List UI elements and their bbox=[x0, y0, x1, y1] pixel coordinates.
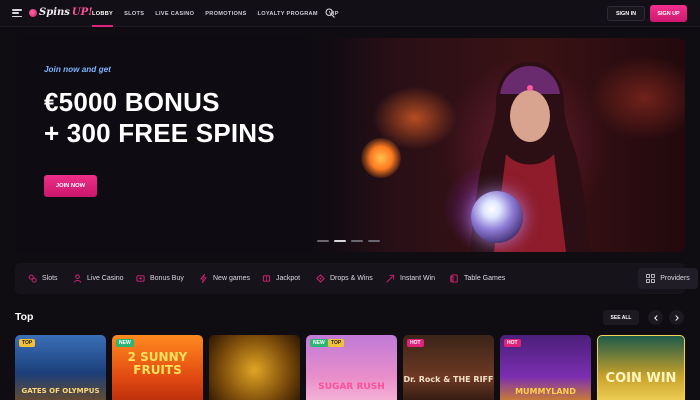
badge-hot: HOT bbox=[504, 339, 521, 347]
nav-promotions[interactable]: PROMOTIONS bbox=[205, 0, 246, 27]
instant-win-icon bbox=[386, 274, 395, 283]
jackpot-icon bbox=[262, 275, 271, 282]
category-label: Instant Win bbox=[400, 275, 436, 282]
logo[interactable]: Spins UP! bbox=[29, 7, 93, 18]
crystal-ball bbox=[471, 191, 523, 243]
sign-in-button[interactable]: SIGN IN bbox=[607, 6, 645, 21]
game-tile-coin-win[interactable]: COIN WIN bbox=[597, 335, 685, 400]
providers-button[interactable]: Providers bbox=[638, 268, 698, 289]
carousel-dot[interactable] bbox=[368, 240, 380, 242]
category-label: Bonus Buy bbox=[150, 275, 184, 282]
carousel-dot[interactable] bbox=[351, 240, 363, 242]
game-tile-golden-scarab[interactable] bbox=[209, 335, 300, 400]
category-jackpot[interactable]: Jackpot bbox=[262, 263, 300, 294]
game-title: COIN WIN bbox=[605, 371, 677, 386]
category-label: New games bbox=[213, 275, 250, 282]
nav-lobby[interactable]: LOBBY bbox=[92, 0, 114, 27]
game-tile-sunny-fruits[interactable]: NEW 2 SUNNY FRUITS bbox=[112, 335, 203, 400]
carousel-dot-active[interactable] bbox=[334, 240, 346, 242]
sign-up-button[interactable]: SIGN UP bbox=[650, 5, 687, 22]
top-header: Spins UP! LOBBY SLOTS LIVE CASINO PROMOTI… bbox=[0, 0, 700, 27]
slots-icon bbox=[28, 274, 37, 283]
category-label: Slots bbox=[42, 275, 58, 282]
hero-banner[interactable]: Join now and get €5000 BONUS + 300 FREE … bbox=[15, 38, 685, 252]
logo-text: Spins bbox=[39, 7, 70, 18]
chevron-left-icon bbox=[653, 314, 657, 321]
dealer-icon bbox=[73, 274, 82, 283]
game-tile-sugar-rush[interactable]: NEW TOP SUGAR RUSH bbox=[306, 335, 397, 400]
section-title-top: Top bbox=[15, 311, 34, 323]
main-nav: LOBBY SLOTS LIVE CASINO PROMOTIONS LOYAL… bbox=[92, 0, 350, 27]
hero-fade bbox=[285, 38, 375, 252]
carousel-dots bbox=[317, 240, 380, 242]
badge-new: NEW bbox=[310, 339, 328, 347]
category-bonus-buy[interactable]: Bonus Buy bbox=[136, 263, 184, 294]
game-title: 2 SUNNY FRUITS bbox=[127, 350, 188, 377]
logo-accent: UP! bbox=[71, 7, 93, 18]
nav-loyalty-program[interactable]: LOYALTY PROGRAM bbox=[258, 0, 318, 27]
table-games-icon bbox=[450, 274, 458, 283]
game-title: GATES OF OLYMPUS bbox=[21, 387, 100, 395]
category-label: Jackpot bbox=[276, 275, 301, 282]
bonus-buy-icon bbox=[136, 275, 145, 282]
game-tile-dr-rock-riff[interactable]: HOT Dr. Rock & THE RIFF bbox=[403, 335, 494, 400]
game-tile-mummyland[interactable]: HOT MUMMYLAND bbox=[500, 335, 591, 400]
prev-arrow-button[interactable] bbox=[648, 310, 663, 325]
carousel-dot[interactable] bbox=[317, 240, 329, 242]
hero-kicker: Join now and get bbox=[44, 65, 111, 74]
badge-top: TOP bbox=[328, 339, 345, 347]
category-label: Live Casino bbox=[87, 275, 124, 282]
game-title: MUMMYLAND bbox=[515, 387, 576, 396]
badge-hot: HOT bbox=[407, 339, 424, 347]
category-live-casino[interactable]: Live Casino bbox=[73, 263, 124, 294]
next-arrow-button[interactable] bbox=[669, 310, 684, 325]
hero-title-line2: + 300 FREE SPINS bbox=[44, 118, 275, 148]
category-new-games[interactable]: New games bbox=[199, 263, 250, 294]
grid-icon bbox=[646, 274, 656, 283]
providers-label: Providers bbox=[660, 275, 690, 282]
hero-title-line1: €5000 BONUS bbox=[44, 87, 220, 117]
game-title: Dr. Rock & THE RIFF bbox=[403, 375, 494, 384]
join-now-button[interactable]: JOIN NOW bbox=[44, 175, 97, 197]
category-label: Drops & Wins bbox=[330, 275, 373, 282]
category-bar: Slots Live Casino Bonus Buy New games Ja… bbox=[15, 263, 698, 294]
game-tile-gates-of-olympus[interactable]: TOP GATES OF OLYMPUS bbox=[15, 335, 106, 400]
category-label: Table Games bbox=[464, 275, 506, 282]
hero-title: €5000 BONUS + 300 FREE SPINS bbox=[44, 87, 275, 149]
badge-top: TOP bbox=[19, 339, 36, 347]
category-slots[interactable]: Slots bbox=[28, 263, 58, 294]
chevron-right-icon bbox=[675, 314, 679, 321]
drops-icon bbox=[316, 274, 325, 283]
game-title: SUGAR RUSH bbox=[318, 382, 385, 392]
lightning-icon bbox=[200, 274, 207, 283]
search-icon[interactable] bbox=[325, 8, 335, 18]
category-instant-win[interactable]: Instant Win bbox=[386, 263, 435, 294]
category-drops-wins[interactable]: Drops & Wins bbox=[316, 263, 373, 294]
nav-live-casino[interactable]: LIVE CASINO bbox=[155, 0, 194, 27]
nav-slots[interactable]: SLOTS bbox=[124, 0, 144, 27]
logo-mark-icon bbox=[29, 8, 37, 17]
menu-icon[interactable] bbox=[12, 9, 22, 17]
badge-new: NEW bbox=[116, 339, 134, 347]
category-table-games[interactable]: Table Games bbox=[450, 263, 505, 294]
see-all-button[interactable]: SEE ALL bbox=[603, 310, 639, 325]
